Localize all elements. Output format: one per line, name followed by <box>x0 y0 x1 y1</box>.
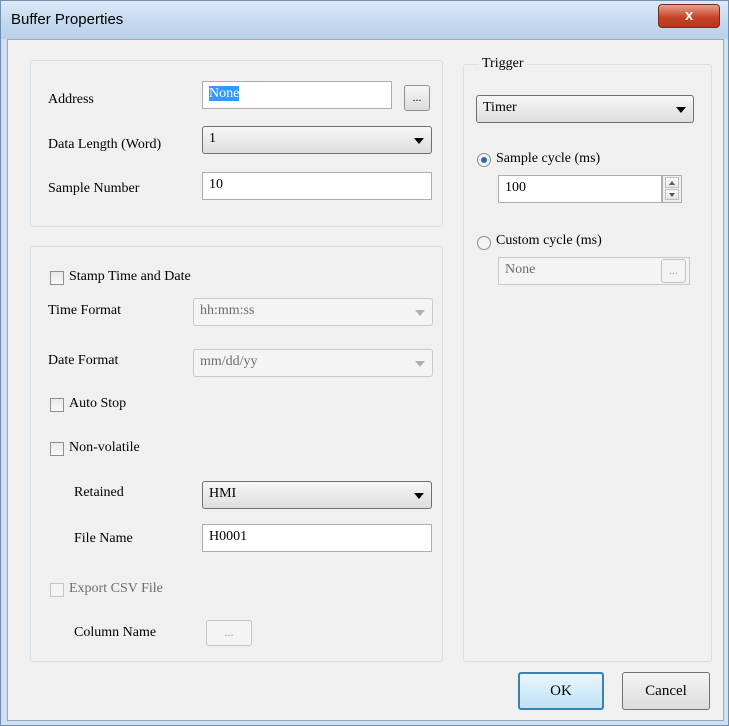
title-bar[interactable]: Buffer Properties x <box>1 1 728 39</box>
sample-number-input[interactable]: 10 <box>202 172 432 200</box>
file-name-input[interactable]: H0001 <box>202 524 432 552</box>
custom-cycle-browse-button[interactable]: ... <box>661 259 686 283</box>
auto-stop-checkbox[interactable] <box>50 398 64 412</box>
close-button[interactable]: x <box>658 4 720 28</box>
spin-down-icon[interactable] <box>665 189 679 200</box>
chevron-down-icon <box>414 138 424 144</box>
non-volatile-checkbox[interactable] <box>50 442 64 456</box>
dialog-client-area: Address None ... Data Length (Word) 1 Sa… <box>7 39 724 721</box>
address-input[interactable]: None <box>202 81 392 109</box>
non-volatile-label[interactable]: Non-volatile <box>69 440 140 456</box>
time-format-label: Time Format <box>48 303 121 318</box>
trigger-title: Trigger <box>479 56 527 72</box>
cancel-button[interactable]: Cancel <box>622 672 710 710</box>
date-format-label: Date Format <box>48 353 119 368</box>
chevron-down-icon <box>414 493 424 499</box>
sample-cycle-spinner[interactable] <box>662 175 682 203</box>
export-csv-checkbox[interactable] <box>50 583 64 597</box>
retained-label: Retained <box>74 485 124 500</box>
chevron-down-icon <box>415 361 425 367</box>
ok-button[interactable]: OK <box>518 672 604 710</box>
time-format-select[interactable]: hh:mm:ss <box>193 298 433 326</box>
retained-select[interactable]: HMI <box>202 481 432 509</box>
address-label: Address <box>48 92 94 107</box>
file-name-label: File Name <box>74 531 133 546</box>
date-format-select[interactable]: mm/dd/yy <box>193 349 433 377</box>
auto-stop-label[interactable]: Auto Stop <box>69 396 126 412</box>
trigger-mode-select[interactable]: Timer <box>476 95 694 123</box>
sample-cycle-input[interactable]: 100 <box>498 175 662 203</box>
column-name-label: Column Name <box>74 625 157 640</box>
sample-number-label: Sample Number <box>48 181 140 196</box>
close-icon: x <box>684 7 694 24</box>
column-name-browse-button[interactable]: ... <box>206 620 252 646</box>
buffer-properties-dialog: Buffer Properties x Address None ... Dat… <box>0 0 729 726</box>
chevron-down-icon <box>676 107 686 113</box>
window-title: Buffer Properties <box>11 11 124 28</box>
address-browse-button[interactable]: ... <box>404 85 430 111</box>
data-length-label: Data Length (Word) <box>48 137 162 152</box>
spin-up-icon[interactable] <box>665 177 679 188</box>
custom-cycle-radio[interactable] <box>477 236 491 250</box>
data-length-select[interactable]: 1 <box>202 126 432 154</box>
stamp-time-date-label[interactable]: Stamp Time and Date <box>69 269 191 285</box>
custom-cycle-label[interactable]: Custom cycle (ms) <box>496 233 602 249</box>
sample-cycle-radio[interactable] <box>477 153 491 167</box>
sample-cycle-label[interactable]: Sample cycle (ms) <box>496 151 600 167</box>
chevron-down-icon <box>415 310 425 316</box>
export-csv-label[interactable]: Export CSV File <box>69 581 163 597</box>
stamp-time-date-checkbox[interactable] <box>50 271 64 285</box>
